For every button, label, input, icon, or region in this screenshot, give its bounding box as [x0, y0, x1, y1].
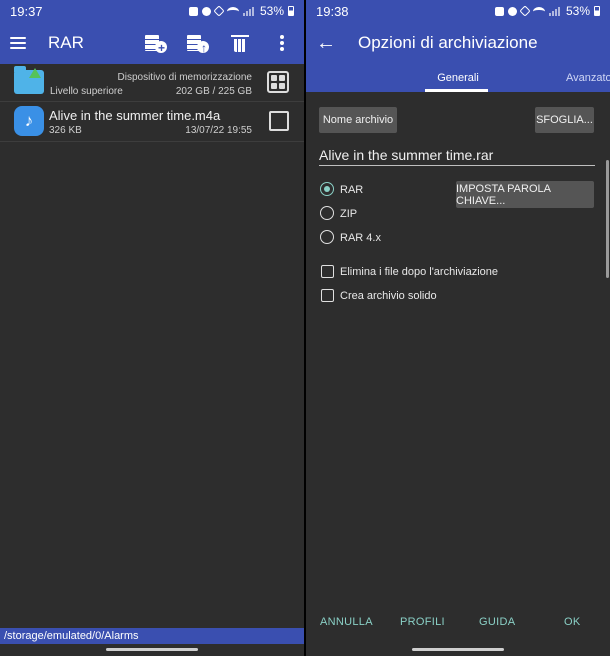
profiles-button[interactable]: PROFILI [400, 616, 445, 628]
file-size: 326 KB [49, 125, 82, 136]
delete-button[interactable] [228, 31, 252, 55]
mute-icon [213, 5, 225, 17]
delete-after-checkbox[interactable] [321, 265, 334, 278]
input-underline [319, 165, 595, 166]
parent-folder-row[interactable]: Livello superiore Dispositivo di memoriz… [0, 64, 304, 102]
battery-icon [594, 6, 600, 16]
current-path: /storage/emulated/0/Alarms [0, 628, 304, 644]
wifi-icon [532, 6, 545, 16]
status-bar: 19:38 53% [306, 0, 610, 22]
parent-folder-label: Livello superiore [50, 86, 123, 97]
radio-rar4-label: RAR 4.x [340, 232, 381, 244]
gesture-handle[interactable] [412, 648, 504, 651]
solid-archive-label: Crea archivio solido [340, 290, 437, 302]
back-arrow-icon[interactable]: ← [316, 33, 336, 53]
file-select-checkbox[interactable] [269, 111, 289, 131]
file-row[interactable]: ♪ Alive in the summer time.m4a 326 KB 13… [0, 102, 304, 142]
archive-add-icon: + [145, 33, 167, 54]
delete-after-label: Elimina i file dopo l'archiviazione [340, 266, 499, 278]
browse-button[interactable]: SFOGLIA... [535, 107, 594, 133]
file-date: 13/07/22 19:55 [185, 125, 252, 136]
battery-percent: 53% [565, 4, 590, 18]
status-time: 19:37 [10, 3, 43, 19]
radio-zip-label: ZIP [340, 208, 358, 220]
right-screen: 19:38 53% ← Opzioni di archiviazione Gen… [306, 0, 610, 656]
notification-icon [494, 6, 504, 16]
trash-icon [231, 34, 249, 52]
status-icons: 53% [494, 4, 600, 18]
ok-button[interactable]: OK [564, 616, 581, 628]
archive-name-button[interactable]: Nome archivio [319, 107, 397, 133]
app-bar: ← Opzioni di archiviazione [306, 22, 610, 64]
signal-icon [548, 6, 560, 16]
tab-indicator [425, 89, 488, 92]
battery-percent: 53% [259, 4, 284, 18]
gesture-handle[interactable] [106, 648, 198, 651]
music-file-icon: ♪ [14, 106, 44, 136]
status-bar: 19:37 53% [0, 0, 304, 22]
tab-advanced[interactable]: Avanzato [566, 72, 610, 84]
toolbar-actions: + ↑ [144, 31, 294, 55]
storage-size: 202 GB / 225 GB [175, 86, 252, 97]
mute-icon [519, 5, 531, 17]
more-options-button[interactable] [270, 31, 294, 55]
dialog-actions: ANNULLA PROFILI GUIDA OK [306, 616, 610, 630]
help-button[interactable]: GUIDA [479, 616, 515, 628]
set-password-button[interactable]: IMPOSTA PAROLA CHIAVE... [456, 181, 594, 208]
alarm-icon [507, 6, 517, 16]
file-name: Alive in the summer time.m4a [49, 108, 221, 123]
status-time: 19:38 [316, 3, 349, 19]
radio-zip[interactable] [320, 206, 334, 220]
page-title: Opzioni di archiviazione [358, 33, 538, 52]
folder-up-icon [14, 66, 44, 94]
grid-view-icon[interactable] [267, 71, 289, 93]
archive-extract-icon: ↑ [187, 33, 209, 54]
more-vert-icon [280, 35, 284, 51]
archive-name-input[interactable]: Alive in the summer time.rar [319, 147, 493, 163]
menu-icon[interactable] [10, 37, 26, 49]
cancel-button[interactable]: ANNULLA [320, 616, 373, 628]
radio-rar-label: RAR [340, 184, 364, 196]
app-bar: RAR + ↑ [0, 22, 304, 64]
wifi-icon [226, 6, 239, 16]
battery-icon [288, 6, 294, 16]
options-tabs: Generali Avanzato [306, 64, 610, 92]
notification-icon [188, 6, 198, 16]
app-title: RAR [48, 33, 84, 52]
alarm-icon [201, 6, 211, 16]
storage-label: Dispositivo di memorizzazione [117, 72, 253, 83]
status-icons: 53% [188, 4, 294, 18]
left-screen: 19:37 53% RAR + ↑ Livello superiore Disp… [0, 0, 304, 656]
scrollbar[interactable] [606, 160, 609, 278]
radio-rar4[interactable] [320, 230, 334, 244]
signal-icon [242, 6, 254, 16]
add-to-archive-button[interactable]: + [144, 31, 168, 55]
radio-rar[interactable] [320, 182, 334, 196]
extract-button[interactable]: ↑ [186, 31, 210, 55]
solid-archive-checkbox[interactable] [321, 289, 334, 302]
tab-general[interactable]: Generali [306, 72, 610, 84]
